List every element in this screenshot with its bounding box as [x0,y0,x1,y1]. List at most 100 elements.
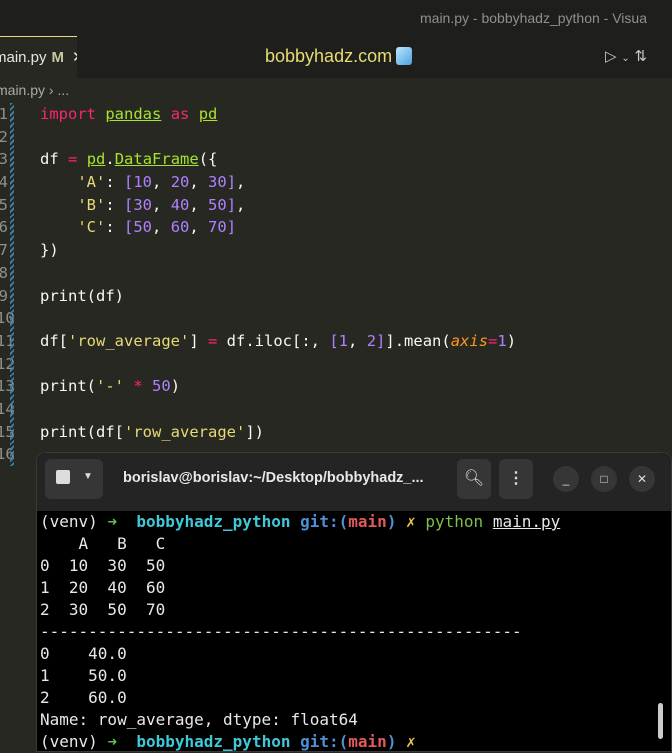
kebab-menu-icon: ⋮ [508,470,524,487]
close-icon[interactable]: ✕ [72,49,77,66]
code-token: 50 [152,377,171,396]
prompt-line: (venv) ➜ bobbyhadz_python git:(main) ✗ p… [40,511,671,533]
code-token: print(df) [40,286,124,305]
code-token: pd [86,150,106,169]
code-text: 'B': [30, 40, 50], [40,194,245,217]
code-token: 'A' [77,173,106,192]
branch-name: main [348,732,387,751]
scrollbar[interactable] [658,703,663,739]
maximize-button[interactable]: □ [591,466,617,492]
chevron-down-icon[interactable]: ▼ [83,471,93,482]
code-token: ] [226,173,237,192]
search-icon: 🔍︎ [463,470,485,487]
code-token: , [236,195,246,214]
code-token: 1 [497,331,507,350]
code-token: , [189,218,209,237]
code-token: ].mean( [385,331,451,350]
code-token: 'C' [77,218,106,237]
output-line: Name: row_average, dtype: float64 [40,710,358,729]
output-line: 0 10 30 50 [40,556,166,575]
window-titlebar: main.py - bobbyhadz_python - Visua [0,0,672,36]
code-text: print('-' * 50) [40,375,180,398]
code-token: pd [198,105,218,123]
code-text: 'C': [50, 60, 70] [40,216,236,239]
code-token: : [105,195,124,214]
git-gutter-marker [10,148,14,172]
git-close: ) [386,512,397,531]
search-button[interactable]: 🔍︎ [457,459,491,499]
code-line: 13 print('-' * 50) [0,375,180,398]
output-line: 2 60.0 [40,688,127,707]
code-token: , [152,195,171,214]
close-button[interactable]: ✕ [629,466,655,492]
code-token: = [208,331,218,350]
prompt-line: (venv) ➜ bobbyhadz_python git:(main) ✗ [40,731,671,753]
code-token: '-' [96,377,124,396]
code-line: 16 [0,443,15,466]
code-token: axis [450,331,489,350]
breadcrumb[interactable]: main.py › ... [0,82,69,98]
code-editor[interactable]: 1 import pandas as pd 2 3 df = pd.DataFrame(… [0,103,516,466]
git-gutter-marker [10,307,14,330]
output-line: 1 50.0 [40,666,127,685]
output-line: 1 20 40 60 [40,578,166,597]
new-tab-icon [56,470,70,484]
git-gutter-marker [10,397,14,421]
code-token: : [105,218,124,237]
code-text: 'A': [10, 20, 30], [40,171,245,194]
output-line: ----------------------------------------… [40,622,522,641]
code-token: 30 [133,195,153,214]
code-token: import [40,105,96,123]
code-token: as [170,105,190,123]
compare-icon[interactable]: ⇅ [635,47,648,65]
code-token: df [40,150,68,169]
chevron-down-icon[interactable]: ⌄ [621,53,629,64]
line-number: 6 [0,218,8,237]
code-token: [ [124,173,134,192]
arrow-icon: ➜ [107,732,118,751]
code-line: 8 [0,261,14,285]
code-token: ) [506,331,517,350]
code-line: 5 'B': [30, 40, 50], [0,193,245,217]
git-label: git:( [300,512,349,531]
line-number: 1 [0,105,8,123]
code-token: 20 [170,173,190,192]
git-gutter-marker [10,284,14,308]
code-token: df[ [40,331,68,350]
code-token: = [68,150,78,169]
code-token: }) [40,241,59,260]
line-number: 3 [0,150,8,169]
venv-label: (venv) [40,512,98,531]
dirty-icon: ✗ [406,732,416,751]
git-label: git:( [300,732,349,751]
terminal-window[interactable]: ▼ borislav@borislav:~/Desktop/bobbyhadz_… [36,452,672,752]
code-text: df['row_average'] = df.iloc[:, [1, 2]].m… [40,330,516,353]
tab-label: main.py [0,49,47,66]
code-token: pandas [105,105,162,123]
run-icon[interactable]: ▷ [605,47,617,65]
modified-badge: M [51,49,65,66]
code-token: [ [124,218,134,237]
terminal-output[interactable]: (venv) ➜ bobbyhadz_python git:(main) ✗ p… [37,511,671,753]
code-text: print(df) [40,285,124,308]
window-title: main.py - bobbyhadz_python - Visua [420,10,647,26]
menu-button[interactable]: ⋮ [499,459,533,499]
terminal-title: borislav@borislav:~/Desktop/bobbyhadz_..… [123,470,424,486]
git-gutter-marker [10,216,14,240]
arrow-icon: ➜ [107,512,118,531]
line-number: 2 [0,127,8,146]
code-line: 7}) [0,239,59,262]
tab-main-py[interactable]: main.pyM ✕ [0,36,77,78]
code-text: df = pd.DataFrame({ [40,148,217,171]
code-token: 70 [208,218,227,237]
code-token: [ [329,331,339,350]
new-tab-button[interactable]: ▼ [45,459,103,499]
minimize-button[interactable]: _ [553,466,579,492]
code-token: = [488,331,498,350]
cube-icon [396,47,413,65]
